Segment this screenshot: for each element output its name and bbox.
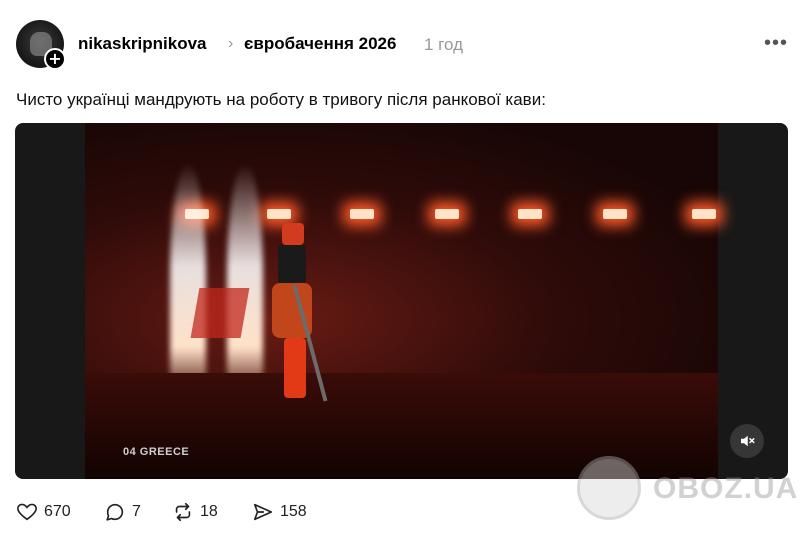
watermark-text: OBOZ.UA [653,472,799,505]
video-player[interactable]: 04 GREECE [15,123,788,479]
post-caption: Чисто українці мандрують на роботу в три… [16,90,546,109]
post-time: 1 год [424,35,464,54]
chevron-right-icon: › [228,35,234,52]
video-frame [85,123,718,479]
follow-plus-icon[interactable]: + [44,48,66,70]
stage-light [267,209,291,219]
like-count: 670 [44,503,71,520]
stage-light [603,209,627,219]
pyro-spark [227,163,263,393]
post-header: + nikaskripnikova › євробачення 2026 1 г… [16,20,792,70]
share-count: 158 [280,503,307,520]
heart-icon [17,503,37,521]
stage-light [518,209,542,219]
comment-icon [106,503,124,521]
comment-button[interactable]: 7 [104,500,141,524]
username[interactable]: nikaskripnikova [78,34,207,54]
repost-count: 18 [200,503,218,520]
performer [270,223,315,413]
watermark: OBOZ.UA [577,454,797,520]
share-button[interactable]: 158 [252,500,307,524]
pyro-spark [170,163,206,393]
repost-icon [175,502,191,522]
more-horizontal-icon[interactable]: ••• [764,32,788,55]
send-icon [253,503,273,521]
stage-light [350,209,374,219]
comment-count: 7 [132,503,141,520]
stage-light [692,209,716,219]
video-label: 04 GREECE [123,446,190,458]
stage-light [435,209,459,219]
volume-off-icon[interactable] [730,424,764,458]
repost-button[interactable]: 18 [172,500,218,524]
watermark-logo [577,456,641,520]
flag [190,288,250,338]
like-button[interactable]: 670 [16,500,71,524]
community-link[interactable]: євробачення 2026 [244,34,396,54]
